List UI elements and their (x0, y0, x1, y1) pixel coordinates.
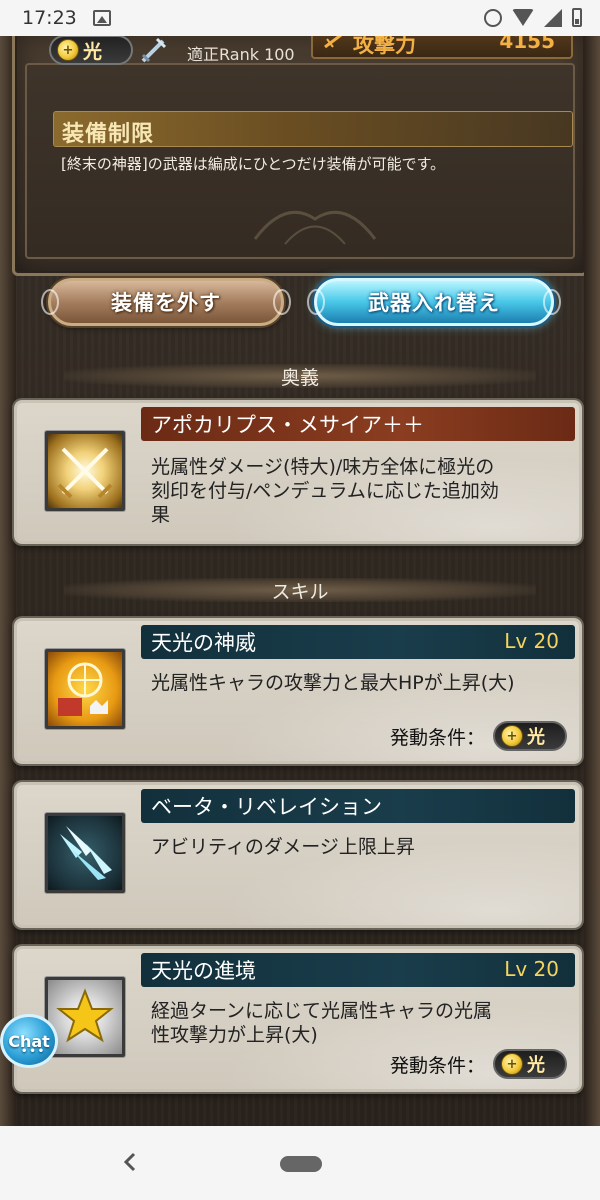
status-icons (484, 8, 582, 27)
signal-icon (544, 8, 562, 27)
section-header-ougi: 奥義 (64, 364, 536, 389)
skill-desc-line: 性攻撃力が上昇(大) (151, 1024, 318, 1046)
ougi-desc-line: 光属性ダメージ(特大)/味方全体に極光の (151, 456, 495, 478)
skill-name: 天光の神威 (151, 631, 256, 655)
crossed-swords-icon (45, 431, 125, 511)
unequip-button[interactable]: 装備を外す (41, 278, 291, 326)
ougi-name: アポカリプス・メサイア＋＋ (151, 413, 424, 437)
section-title-ougi: 奥義 (280, 366, 319, 389)
light-element-icon: + (501, 725, 523, 747)
attack-stat-box: 攻撃力 4155 (311, 36, 573, 59)
skill-name: ベータ・リベレイション (151, 795, 382, 819)
wifi-icon (512, 9, 534, 26)
attack-label: 攻撃力 (353, 36, 416, 57)
swap-weapon-button-label: 武器入れ替え (368, 291, 500, 315)
skill-desc-line: 光属性キャラの攻撃力と最大HPが上昇(大) (151, 672, 515, 694)
skill-description: 光属性キャラの攻撃力と最大HPが上昇(大) (151, 671, 515, 695)
button-cap-left (41, 289, 59, 315)
activation-condition: 発動条件： + 光 (390, 721, 567, 751)
alarm-icon (484, 8, 502, 27)
back-icon[interactable] (118, 1150, 142, 1174)
skill-level: Lv 20 (504, 629, 559, 653)
skill-desc-line: 経過ターンに応じて光属性キャラの光属 (151, 1000, 493, 1022)
ougi-desc-line: 刻印を付与/ペンデュラムに応じた追加効 (151, 480, 499, 502)
condition-element-badge: + 光 (493, 721, 567, 751)
skill-desc-line: アビリティのダメージ上限上昇 (151, 836, 415, 858)
button-cap-right (543, 289, 561, 315)
weapon-info-panel: + 光 適正Rank 100 攻撃力 4155 装備制限 [終末の神器]の武器は… (12, 36, 588, 276)
weapon-type-icon (141, 37, 167, 63)
restriction-description: [終末の神器]の武器は編成にひとつだけ装備が可能です。 (61, 155, 446, 173)
weapon-detail-screen: + 光 適正Rank 100 攻撃力 4155 装備制限 [終末の神器]の武器は… (0, 36, 600, 1126)
ougi-desc-line: 果 (151, 504, 171, 526)
chat-button[interactable]: Chat ••• (0, 1014, 58, 1068)
restriction-title: 装備制限 (62, 122, 155, 147)
skill-atk-hp-up-icon (45, 649, 125, 729)
skill-description: アビリティのダメージ上限上昇 (151, 835, 415, 859)
skill-level: Lv 20 (504, 957, 559, 981)
ougi-description: 光属性ダメージ(特大)/味方全体に極光の 刻印を付与/ペンデュラムに応じた追加効… (151, 455, 499, 527)
panel-ornament (253, 210, 377, 245)
element-badge: + 光 (49, 36, 133, 65)
status-time: 17:23 (22, 7, 77, 29)
skill-name: 天光の進境 (151, 959, 256, 983)
skill-description: 経過ターンに応じて光属性キャラの光属 性攻撃力が上昇(大) (151, 999, 492, 1047)
chat-dots-icon: ••• (21, 1046, 47, 1057)
section-title-skill: スキル (271, 580, 329, 603)
restriction-title-bar: 装備制限 (53, 111, 573, 147)
navigation-bar (0, 1126, 600, 1200)
condition-element-badge: + 光 (493, 1049, 567, 1079)
home-pill-button[interactable] (280, 1156, 322, 1172)
condition-label: 発動条件： (389, 726, 485, 749)
attack-value: 4155 (499, 36, 555, 53)
ougi-card[interactable]: アポカリプス・メサイア＋＋ 光属性ダメージ(特大)/味方全体に極光の 刻印を付与… (14, 400, 582, 544)
sword-icon (324, 36, 342, 49)
button-cap-right (273, 289, 291, 315)
photo-icon (92, 10, 111, 26)
rank-text: 適正Rank 100 (187, 45, 295, 64)
condition-element: 光 (527, 727, 545, 748)
skill-card-2[interactable]: ベータ・リベレイション アビリティのダメージ上限上昇 (14, 782, 582, 928)
section-header-skill: スキル (64, 578, 536, 603)
skill-card-1[interactable]: 天光の神威 Lv 20 光属性キャラの攻撃力と最大HPが上昇(大) 発動条件： … (14, 618, 582, 764)
light-element-icon: + (57, 39, 79, 61)
activation-condition: 発動条件： + 光 (390, 1049, 567, 1079)
condition-element: 光 (527, 1055, 545, 1076)
skill-card-3[interactable]: 天光の進境 Lv 20 経過ターンに応じて光属性キャラの光属 性攻撃力が上昇(大… (14, 946, 582, 1092)
element-label: 光 (83, 40, 103, 63)
swap-weapon-button[interactable]: 武器入れ替え (307, 278, 561, 326)
button-cap-left (307, 289, 325, 315)
condition-label: 発動条件： (389, 1054, 485, 1077)
light-element-icon: + (501, 1053, 523, 1075)
battery-icon (572, 8, 582, 27)
skill-damage-cap-icon (45, 813, 125, 893)
unequip-button-label: 装備を外す (111, 291, 221, 315)
status-bar: 17:23 (0, 0, 600, 36)
